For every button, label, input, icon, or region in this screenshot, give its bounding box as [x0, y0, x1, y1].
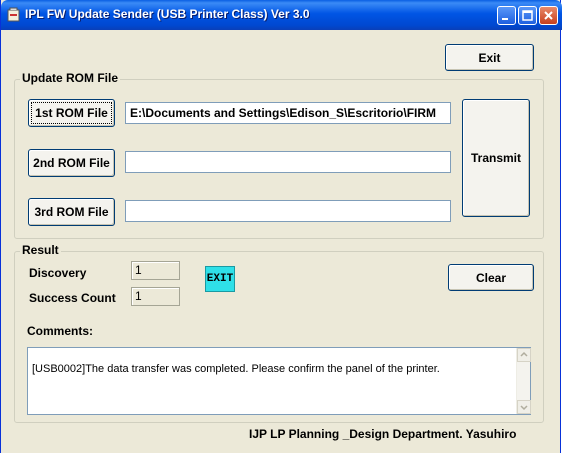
close-button[interactable]: [539, 6, 558, 25]
minimize-icon: [502, 18, 508, 20]
scroll-down-button[interactable]: [517, 400, 531, 414]
clear-button[interactable]: Clear: [448, 264, 534, 291]
first-rom-path-field[interactable]: E:\Documents and Settings\Edison_S\Escri…: [125, 102, 451, 124]
maximize-icon: [522, 10, 533, 21]
first-rom-file-button[interactable]: 1st ROM File: [28, 99, 115, 127]
update-rom-group-label: Update ROM File: [20, 71, 121, 85]
second-rom-file-button[interactable]: 2nd ROM File: [28, 149, 115, 177]
discovery-value: 1: [131, 261, 180, 280]
transmit-button[interactable]: Transmit: [462, 99, 530, 217]
exit-status-badge: EXIT: [205, 266, 235, 292]
app-icon: [7, 7, 20, 22]
comments-label: Comments:: [27, 324, 94, 338]
discovery-label: Discovery: [29, 266, 87, 280]
app-window: IPL FW Update Sender (USB Printer Class)…: [0, 0, 562, 453]
result-group-label: Result: [20, 243, 61, 257]
second-rom-path-field[interactable]: [125, 151, 451, 173]
close-icon: [544, 11, 553, 20]
maximize-button[interactable]: [518, 6, 537, 25]
success-count-label: Success Count: [29, 291, 116, 305]
success-count-value: 1: [131, 287, 180, 306]
comments-textarea[interactable]: [USB0002]The data transfer was completed…: [27, 347, 531, 415]
chevron-up-icon: [520, 351, 528, 357]
third-rom-file-button[interactable]: 3rd ROM File: [28, 198, 115, 226]
chevron-down-icon: [520, 405, 528, 411]
window-title: IPL FW Update Sender (USB Printer Class)…: [25, 7, 310, 21]
third-rom-path-field[interactable]: [125, 200, 451, 222]
minimize-button[interactable]: [497, 6, 516, 25]
footer-credit: IJP LP Planning _Design Department. Yasu…: [249, 427, 517, 441]
comments-scrollbar[interactable]: [516, 348, 531, 414]
title-bar[interactable]: IPL FW Update Sender (USB Printer Class)…: [1, 0, 562, 30]
exit-button[interactable]: Exit: [445, 44, 534, 71]
scroll-up-button[interactable]: [517, 348, 531, 362]
comments-text: [USB0002]The data transfer was completed…: [32, 363, 440, 375]
